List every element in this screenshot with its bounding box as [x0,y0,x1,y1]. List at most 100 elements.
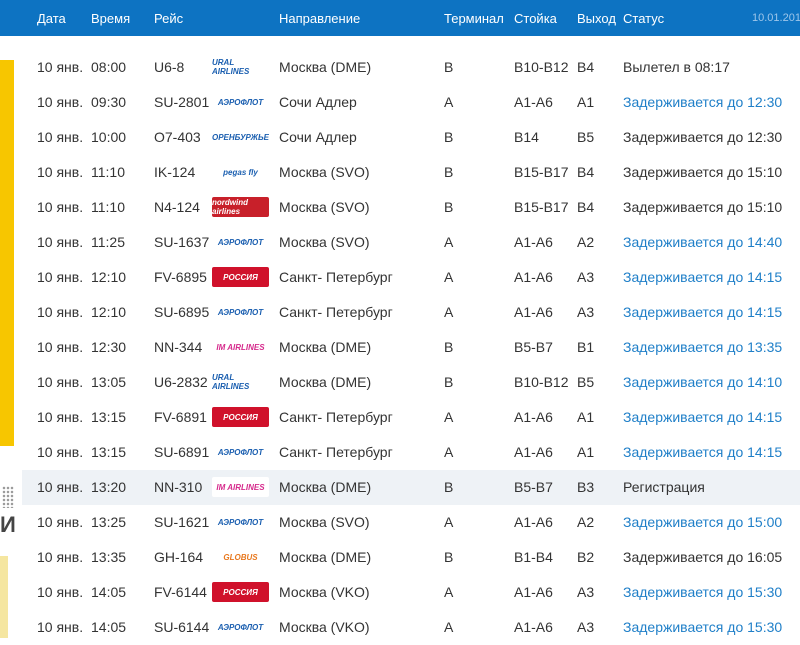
flight-status: Задерживается до 16:05 [623,549,783,565]
flight-date: 10 янв. [37,199,84,215]
flight-terminal: A [444,269,454,285]
flight-time: 11:10 [91,199,125,215]
flight-status[interactable]: Задерживается до 14:10 [623,374,782,390]
flight-counter: A1-A6 [514,619,553,635]
flight-number: FV-6895 [154,269,207,285]
airline-logo: URAL AIRLINES [212,57,269,77]
flight-date: 10 янв. [37,444,84,460]
col-header-counter: Стойка [514,11,557,26]
flight-status[interactable]: Задерживается до 15:30 [623,619,782,635]
flight-destination: Санкт- Петербург [279,304,393,320]
flight-status[interactable]: Задерживается до 14:40 [623,234,782,250]
flight-terminal: A [444,94,454,110]
airline-logo: АЭРОФЛОТ [212,232,269,252]
flight-row[interactable]: 10 янв. 13:15 FV-6891 Санкт- Петербург A A1-A… [22,400,800,435]
flight-time: 09:30 [91,94,127,110]
flight-row[interactable]: 10 янв. 14:05 SU-6144 Москва (VKO) A A1-A6 A3 З… [22,610,800,645]
flight-terminal: B [444,374,454,390]
flight-number: NN-344 [154,339,203,355]
flight-status[interactable]: Задерживается до 12:30 [623,94,782,110]
flight-counter: A1-A6 [514,269,553,285]
flight-status[interactable]: Задерживается до 15:30 [623,584,782,600]
flight-counter: B5-B7 [514,339,553,355]
flight-number: FV-6144 [154,584,207,600]
flight-destination: Москва (SVO) [279,199,370,215]
flight-status[interactable]: Задерживается до 13:35 [623,339,782,355]
airline-logo: URAL AIRLINES [212,372,269,392]
flight-status[interactable]: Задерживается до 15:00 [623,514,782,530]
flight-time: 12:10 [91,304,127,320]
flight-gate: A2 [577,234,595,250]
flight-number: GH-164 [154,549,204,565]
flight-row[interactable]: 10 янв. 12:30 NN-344 Москва (DME) B B5-B7 B1 За… [22,330,800,365]
flight-counter: A1-A6 [514,444,553,460]
flight-destination: Москва (DME) [279,59,372,75]
flight-gate: A3 [577,269,595,285]
flight-date: 10 янв. [37,304,84,320]
header-date: 10.01.2017 [752,12,800,24]
flight-row[interactable]: 10 янв. 11:10 IK-124 Москва (SVO) B B15-B17 B4… [22,155,800,190]
flight-row[interactable]: 10 янв. 13:15 SU-6891 Санкт- Петербург A A1-A… [22,435,800,470]
col-header-date: Дата [37,11,66,26]
flight-destination: Санкт- Петербург [279,444,393,460]
flight-status[interactable]: Задерживается до 14:15 [623,269,782,285]
airline-logo: АЭРОФЛОТ [212,442,269,462]
flight-counter: A1-A6 [514,409,553,425]
flight-row[interactable]: 10 янв. 13:20 NN-310 Москва (DME) B B5-B7 B3 Ре… [22,470,800,505]
flight-gate: A1 [577,94,595,110]
flight-destination: Москва (DME) [279,374,372,390]
flight-status[interactable]: Задерживается до 14:15 [623,409,782,425]
flight-number: N4-124 [154,199,200,215]
flight-counter: B15-B17 [514,164,569,180]
flight-destination: Москва (DME) [279,549,372,565]
flight-destination: Москва (DME) [279,479,372,495]
flight-terminal: A [444,619,454,635]
flight-date: 10 янв. [37,234,84,250]
flight-time: 13:20 [91,479,127,495]
flight-row[interactable]: 10 янв. 13:25 SU-1621 Москва (SVO) A A1-A6 A2 З… [22,505,800,540]
flight-row[interactable]: 10 янв. 13:35 GH-164 Москва (DME) B B1-B4 B2 За… [22,540,800,575]
flight-gate: B4 [577,164,595,180]
flight-counter: A1-A6 [514,94,553,110]
flight-counter: A1-A6 [514,584,553,600]
flight-terminal: A [444,234,454,250]
flight-row[interactable]: 10 янв. 12:10 SU-6895 Санкт- Петербург A A1-A… [22,295,800,330]
flight-row[interactable]: 10 янв. 12:10 FV-6895 Санкт- Петербург A A1-A… [22,260,800,295]
flight-row[interactable]: 10 янв. 08:00 U6-8 Москва (DME) B B10-B12 B4 Вы… [22,50,800,85]
flight-gate: B2 [577,549,595,565]
side-banner-yellow [0,60,14,446]
flight-number: SU-6144 [154,619,210,635]
flight-terminal: B [444,549,454,565]
flight-status: Задерживается до 12:30 [623,129,783,145]
flight-number: O7-403 [154,129,201,145]
flight-date: 10 янв. [37,409,84,425]
flight-gate: B5 [577,129,595,145]
flight-time: 12:10 [91,269,127,285]
flight-row[interactable]: 10 янв. 11:25 SU-1637 Москва (SVO) A A1-A6 A2 З… [22,225,800,260]
flight-date: 10 янв. [37,339,84,355]
flight-status: Регистрация [623,479,705,495]
flight-counter: B10-B12 [514,59,569,75]
flight-status[interactable]: Задерживается до 14:15 [623,304,782,320]
flight-counter: B10-B12 [514,374,569,390]
flight-row[interactable]: 10 янв. 09:30 SU-2801 Сочи Адлер A A1-A6 A1 Зад… [22,85,800,120]
flight-number: NN-310 [154,479,203,495]
flight-terminal: B [444,339,454,355]
flight-destination: Москва (DME) [279,339,372,355]
flight-board: 10 янв. 08:00 U6-8 Москва (DME) B B10-B12 B4 Вы… [22,50,800,645]
flight-row[interactable]: 10 янв. 11:10 N4-124 Москва (SVO) B B15-B17 B4… [22,190,800,225]
flight-terminal: B [444,479,454,495]
flight-row[interactable]: 10 янв. 14:05 FV-6144 Москва (VKO) A A1-A6 A3 З… [22,575,800,610]
flight-row[interactable]: 10 янв. 13:05 U6-2832 Москва (DME) B B10-B12 B… [22,365,800,400]
flight-gate: A1 [577,444,595,460]
flight-status: Задерживается до 15:10 [623,199,783,215]
flight-counter: B5-B7 [514,479,553,495]
airline-logo: nordwind airlines [212,197,269,217]
flight-date: 10 янв. [37,59,84,75]
airline-logo: РОССИЯ [212,407,269,427]
side-banner: И [0,36,22,638]
flight-number: SU-2801 [154,94,210,110]
flight-row[interactable]: 10 янв. 10:00 O7-403 Сочи Адлер B B14 B5 Задерж… [22,120,800,155]
flight-status[interactable]: Задерживается до 14:15 [623,444,782,460]
flight-counter: B14 [514,129,539,145]
